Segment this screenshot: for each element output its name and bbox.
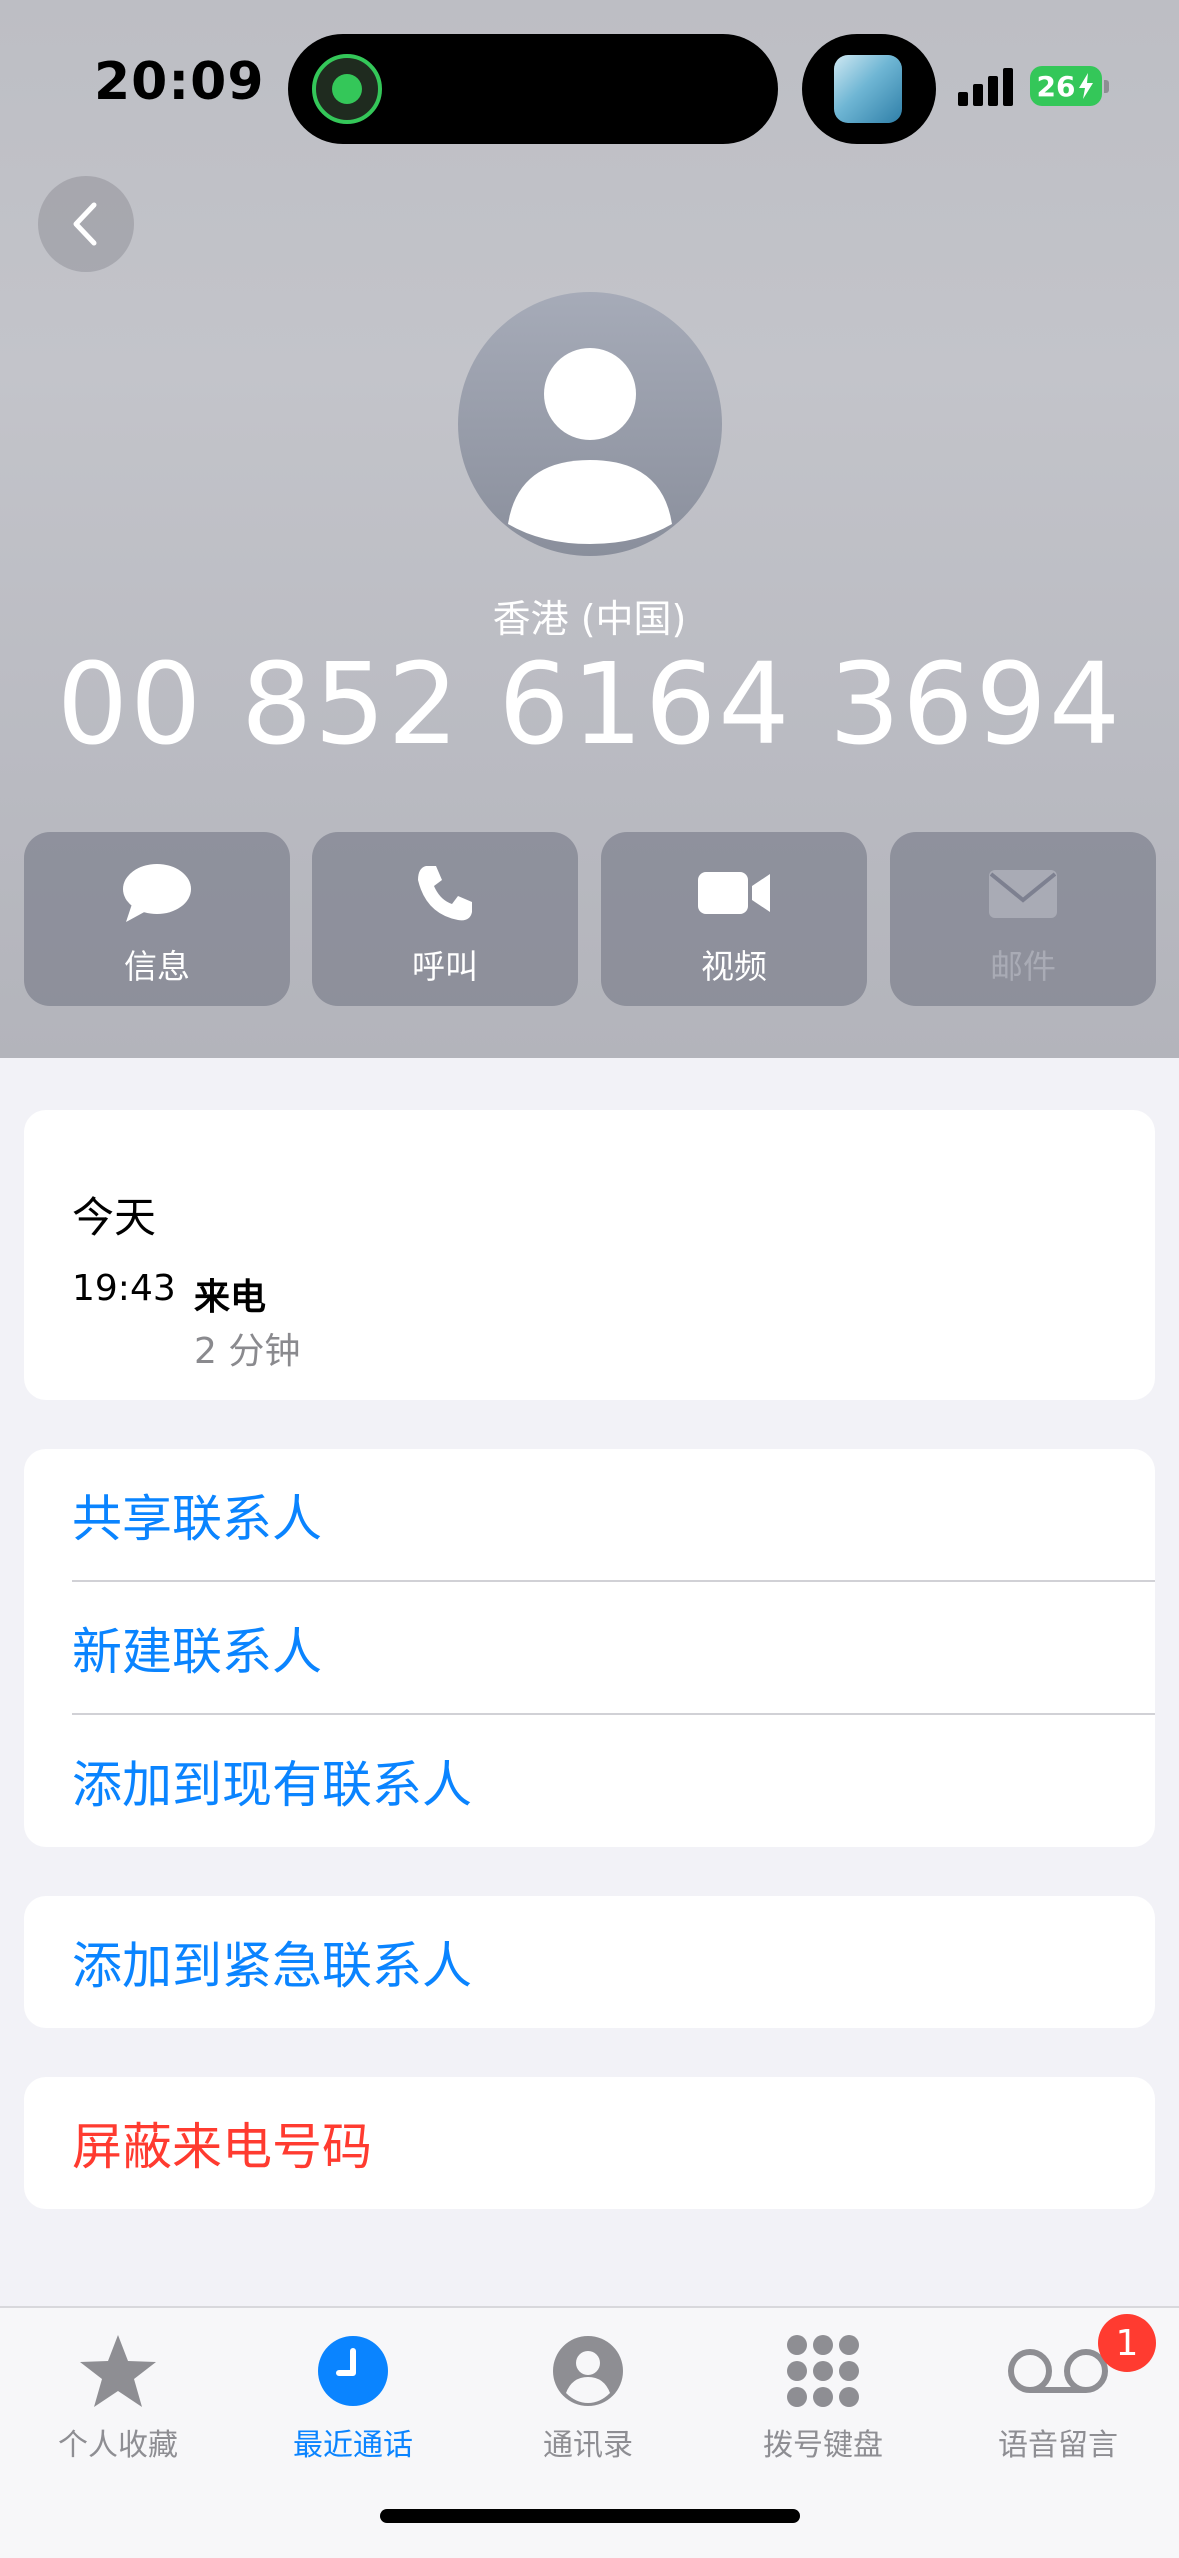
video-icon	[698, 872, 770, 914]
tab-label: 通讯录	[543, 2428, 633, 2463]
contact-header: 20:09 26 香港 (中国) 00 852 6164 3694 信息 呼叫 …	[0, 0, 1179, 1058]
now-playing-thumbnail	[834, 55, 902, 123]
dynamic-island[interactable]	[288, 34, 778, 144]
contact-options-card: 共享联系人 新建联系人 添加到现有联系人	[24, 1449, 1155, 1847]
add-to-existing-contact-button[interactable]: 添加到现有联系人	[72, 1715, 1155, 1847]
status-time: 20:09	[94, 52, 265, 112]
call-history-card: 今天 19:43 来电 2 分钟	[24, 1110, 1155, 1400]
tab-keypad[interactable]: 拨号键盘	[705, 2308, 941, 2508]
message-label: 信息	[124, 947, 190, 986]
tab-label: 个人收藏	[58, 2428, 178, 2463]
tab-favorites[interactable]: 个人收藏	[0, 2308, 236, 2508]
create-contact-button[interactable]: 新建联系人	[72, 1582, 1155, 1714]
message-icon	[123, 864, 191, 922]
phone-number: 00 852 6164 3694	[56, 640, 1123, 770]
phone-icon	[418, 866, 472, 921]
home-indicator[interactable]	[380, 2509, 800, 2523]
add-emergency-contact-button[interactable]: 添加到紧急联系人	[72, 1896, 1155, 2028]
tab-recents[interactable]: 最近通话	[235, 2308, 471, 2508]
mail-label: 邮件	[990, 947, 1056, 986]
call-duration: 2 分钟	[194, 1331, 301, 1372]
tab-label: 语音留言	[998, 2428, 1118, 2463]
call-time: 19:43	[72, 1268, 176, 1309]
live-activity-icon	[312, 54, 382, 124]
video-button[interactable]: 视频	[601, 832, 867, 1006]
voicemail-icon	[1008, 2349, 1108, 2393]
tab-label: 最近通话	[293, 2428, 413, 2463]
mail-button[interactable]: 邮件	[890, 832, 1156, 1006]
person-silhouette-icon	[508, 348, 672, 544]
charging-battery-icon: 26	[1030, 66, 1102, 106]
voicemail-badge: 1	[1098, 2314, 1156, 2372]
video-label: 视频	[701, 947, 767, 986]
block-caller-button[interactable]: 屏蔽来电号码	[72, 2077, 1155, 2209]
now-playing-island[interactable]	[802, 34, 936, 144]
person-circle-icon	[553, 2336, 623, 2406]
call-type: 来电	[194, 1277, 267, 1318]
keypad-icon	[787, 2335, 859, 2407]
battery-cap	[1104, 80, 1109, 93]
phone-region: 香港 (中国)	[492, 597, 687, 641]
tab-contacts[interactable]: 通讯录	[470, 2308, 706, 2508]
contact-avatar	[458, 292, 722, 556]
mail-icon	[989, 870, 1057, 918]
battery-level: 26	[1036, 69, 1076, 103]
clock-icon	[318, 2336, 388, 2406]
tab-label: 拨号键盘	[763, 2428, 883, 2463]
star-icon	[80, 2335, 156, 2407]
block-card: 屏蔽来电号码	[24, 2077, 1155, 2209]
message-button[interactable]: 信息	[24, 832, 290, 1006]
back-button[interactable]	[38, 176, 134, 272]
call-button[interactable]: 呼叫	[312, 832, 578, 1006]
call-label: 呼叫	[412, 947, 478, 986]
cellular-signal-icon	[958, 66, 1014, 106]
emergency-card: 添加到紧急联系人	[24, 1896, 1155, 2028]
chevron-left-icon	[73, 202, 97, 246]
call-history-day: 今天	[72, 1193, 157, 1242]
share-contact-button[interactable]: 共享联系人	[72, 1449, 1155, 1581]
